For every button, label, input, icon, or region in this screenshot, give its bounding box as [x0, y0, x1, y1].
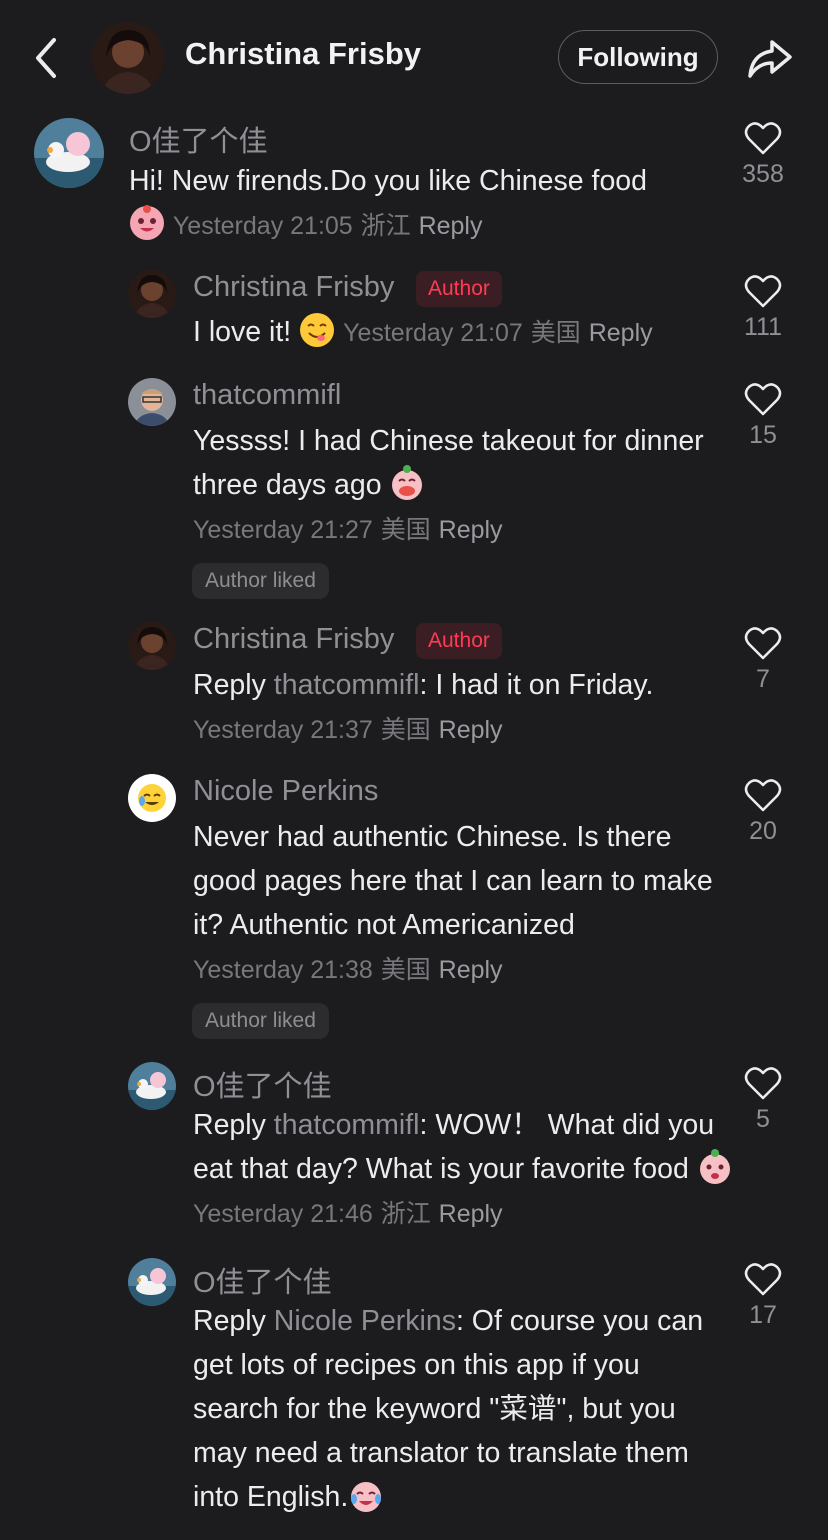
reply-prefix: Reply [193, 1305, 266, 1337]
reply-target-username[interactable]: Nicole Perkins [274, 1305, 456, 1337]
avatar[interactable] [128, 1062, 176, 1110]
avatar[interactable] [34, 118, 104, 188]
comment-username[interactable]: Christina Frisby [193, 623, 394, 656]
reply-link[interactable]: Reply [419, 212, 483, 240]
comment-location: 美国 [380, 956, 431, 984]
like-count: 17 [749, 1301, 777, 1329]
avatar[interactable] [128, 1258, 176, 1306]
comment-text-block: Hi! New firends.Do you like Chinese food… [129, 159, 739, 248]
pouting-emoji-icon [697, 1149, 733, 1185]
comment-text-block: Never had authentic Chinese. Is there go… [193, 815, 733, 992]
reply-prefix: Reply [193, 1109, 266, 1141]
comment-text-block: Yessss! I had Chinese takeout for dinner… [193, 419, 733, 552]
comment-location: 美国 [380, 516, 431, 544]
avatar-image [128, 622, 176, 670]
reply-link[interactable]: Reply [439, 1200, 503, 1228]
author-badge: Author [416, 623, 502, 659]
heart-outline-icon [744, 275, 782, 308]
comment-text-block: Reply Nicole Perkins: Of course you can … [193, 1299, 733, 1519]
comment-time: Yesterday 21:05 [172, 212, 353, 240]
avatar-image [128, 378, 176, 426]
comment-time: Yesterday 21:46 [193, 1200, 373, 1228]
like-button[interactable]: 5 [728, 1065, 798, 1134]
comment-text-block: Reply thatcommifl: WOW！ What did you eat… [193, 1103, 733, 1236]
comment-username[interactable]: Nicole Perkins [193, 775, 378, 808]
heart-outline-icon [744, 122, 782, 155]
comment-location: 美国 [530, 319, 581, 347]
avatar-image [128, 270, 176, 318]
heart-outline-icon [744, 627, 782, 660]
author-liked-chip: Author liked [192, 563, 329, 599]
comment-location: 美国 [380, 716, 431, 744]
like-button[interactable]: 20 [728, 777, 798, 846]
comment-text: Hi! New firends.Do you like Chinese food [129, 165, 647, 197]
comment-username[interactable]: Christina Frisby [193, 271, 394, 304]
covered-mouth-emoji-icon [389, 465, 425, 501]
comment-username[interactable]: O佳了个佳 [193, 1063, 332, 1105]
avatar[interactable] [128, 378, 176, 426]
reply-link[interactable]: Reply [439, 516, 503, 544]
avatar-image [128, 774, 176, 822]
comment-time: Yesterday 21:37 [193, 716, 373, 744]
comment-time: Yesterday 21:27 [193, 516, 373, 544]
avatar-image [128, 1258, 176, 1306]
comment-username[interactable]: O佳了个佳 [129, 118, 268, 160]
reply-link[interactable]: Reply [439, 716, 503, 744]
like-count: 358 [742, 160, 784, 188]
crying-laughing-emoji-icon [348, 1477, 384, 1513]
like-count: 20 [749, 817, 777, 845]
comment-text: : I had it on Friday. [419, 669, 654, 701]
avatar[interactable] [128, 774, 176, 822]
comment-text-block: I love it! Yesterday 21:07 美国 Reply [193, 310, 753, 355]
avatar-image [128, 1062, 176, 1110]
author-liked-chip: Author liked [192, 1003, 329, 1039]
yum-emoji-icon [299, 312, 335, 348]
comment-location: 浙江 [380, 1200, 431, 1228]
comment-item: O佳了个佳 Hi! New firends.Do you like Chines… [0, 0, 828, 250]
like-count: 15 [749, 421, 777, 449]
comment-text: I love it! [193, 316, 292, 348]
comment-text: Yessss! I had Chinese takeout for dinner… [193, 425, 704, 501]
reply-link[interactable]: Reply [589, 319, 653, 347]
comment-location: 浙江 [360, 212, 411, 240]
like-count: 7 [756, 665, 770, 693]
laughing-emoji-icon [129, 205, 165, 241]
comment-username[interactable]: thatcommifl [193, 379, 341, 412]
like-count: 5 [756, 1105, 770, 1133]
like-button[interactable]: 358 [728, 120, 798, 189]
like-button[interactable]: 111 [728, 273, 798, 342]
reply-target-username[interactable]: thatcommifl [274, 1109, 420, 1141]
like-count: 111 [743, 313, 782, 341]
comment-username[interactable]: O佳了个佳 [193, 1259, 332, 1301]
heart-outline-icon [744, 779, 782, 812]
avatar[interactable] [128, 270, 176, 318]
reply-prefix: Reply [193, 669, 266, 701]
like-button[interactable]: 15 [728, 381, 798, 450]
comment-time: Yesterday 21:07 [343, 319, 523, 347]
like-button[interactable]: 7 [728, 625, 798, 694]
reply-target-username[interactable]: thatcommifl [274, 669, 420, 701]
heart-outline-icon [744, 1263, 782, 1296]
comment-text: Never had authentic Chinese. Is there go… [193, 821, 713, 941]
reply-link[interactable]: Reply [439, 956, 503, 984]
like-button[interactable]: 17 [728, 1261, 798, 1330]
comment-text: : WOW！ What did you eat that day? What i… [193, 1109, 715, 1185]
comment-text-block: Reply thatcommifl: I had it on Friday. Y… [193, 663, 733, 752]
comment-time: Yesterday 21:38 [193, 956, 373, 984]
heart-outline-icon [744, 1067, 782, 1100]
avatar-image [34, 118, 104, 188]
heart-outline-icon [744, 383, 782, 416]
avatar[interactable] [128, 622, 176, 670]
author-badge: Author [416, 271, 502, 307]
